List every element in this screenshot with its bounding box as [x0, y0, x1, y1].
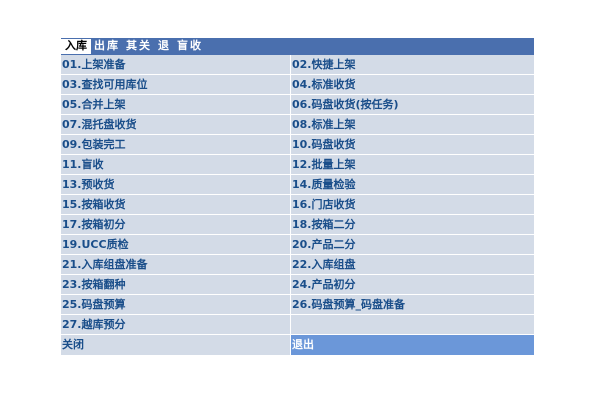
menu-item[interactable]: 25.码盘预算: [61, 295, 290, 315]
menu-item[interactable]: 19.UCC质检: [61, 235, 290, 255]
menu-panel: 入库 出库 其关 退 盲收 01.上架准备 02.快捷上架 03.查找可用库位 …: [61, 38, 534, 355]
menu-item[interactable]: 27.越库预分: [61, 315, 290, 335]
menu-item[interactable]: 13.预收货: [61, 175, 290, 195]
menu-item[interactable]: 10.码盘收货: [290, 135, 534, 155]
tab-bar: 入库 出库 其关 退 盲收: [61, 38, 534, 54]
empty-cell: [290, 315, 534, 335]
tab-blind-receive[interactable]: 盲收: [174, 38, 206, 54]
menu-item[interactable]: 18.按箱二分: [290, 215, 534, 235]
tab-other[interactable]: 其关: [123, 38, 155, 54]
menu-item[interactable]: 05.合并上架: [61, 95, 290, 115]
menu-item[interactable]: 15.按箱收货: [61, 195, 290, 215]
menu-item[interactable]: 08.标准上架: [290, 115, 534, 135]
menu-item[interactable]: 01.上架准备: [61, 55, 290, 75]
tab-outbound[interactable]: 出库: [91, 38, 123, 54]
menu-item[interactable]: 21.入库组盘准备: [61, 255, 290, 275]
menu-item[interactable]: 17.按箱初分: [61, 215, 290, 235]
menu-item[interactable]: 23.按箱翻种: [61, 275, 290, 295]
menu-item[interactable]: 09.包装完工: [61, 135, 290, 155]
tab-inbound[interactable]: 入库: [61, 38, 91, 54]
menu-item[interactable]: 02.快捷上架: [290, 55, 534, 75]
menu-item[interactable]: 06.码盘收货(按任务): [290, 95, 534, 115]
menu-item[interactable]: 12.批量上架: [290, 155, 534, 175]
menu-grid: 01.上架准备 02.快捷上架 03.查找可用库位 04.标准收货 05.合并上…: [61, 54, 534, 335]
menu-item[interactable]: 20.产品二分: [290, 235, 534, 255]
exit-button[interactable]: 退出: [290, 335, 534, 355]
menu-item[interactable]: 24.产品初分: [290, 275, 534, 295]
menu-item[interactable]: 14.质量检验: [290, 175, 534, 195]
menu-item[interactable]: 22.入库组盘: [290, 255, 534, 275]
menu-item[interactable]: 03.查找可用库位: [61, 75, 290, 95]
footer-bar: 关闭 退出: [61, 335, 534, 355]
menu-item[interactable]: 04.标准收货: [290, 75, 534, 95]
menu-item[interactable]: 26.码盘预算_码盘准备: [290, 295, 534, 315]
menu-item[interactable]: 11.盲收: [61, 155, 290, 175]
menu-item[interactable]: 16.门店收货: [290, 195, 534, 215]
menu-item[interactable]: 07.混托盘收货: [61, 115, 290, 135]
tab-return[interactable]: 退: [155, 38, 174, 54]
close-button[interactable]: 关闭: [61, 335, 290, 355]
